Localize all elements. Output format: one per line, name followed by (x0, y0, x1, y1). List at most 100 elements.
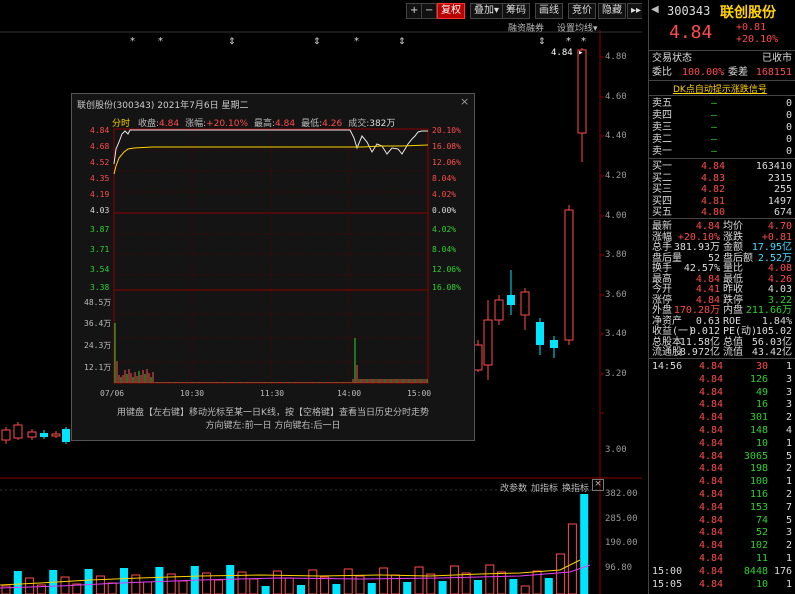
volume-bar (390, 574, 400, 594)
bid-price: 4.81 (701, 195, 726, 207)
stat-label: 金额 (723, 242, 743, 253)
ask-row[interactable]: 卖二 — 0 (649, 134, 795, 146)
ask-label: 卖三 (652, 122, 672, 133)
stat-value: 8.972亿 (679, 347, 720, 358)
tick-count: 1 (785, 476, 792, 488)
volume-axis-label: 382.00 (605, 489, 638, 499)
tick-price: 4.84 (699, 386, 724, 398)
ask-row[interactable]: 卖一 — 0 (649, 146, 795, 158)
tick-volume: 16 (755, 399, 768, 411)
tick-volume: 148 (749, 425, 768, 436)
tick-row: 4.84 100 1 (649, 476, 795, 488)
change-params-link[interactable]: 改参数 (500, 481, 527, 494)
popup-pct-label: 20.10% (432, 126, 461, 135)
trade-status-value: 已收市 (762, 53, 792, 64)
volume-bar (107, 582, 117, 594)
tick-time: 14:56 (652, 361, 683, 372)
bid-label: 买一 (652, 161, 672, 172)
ask-volume: 0 (785, 146, 792, 157)
tick-row: 15:00 4.84 8448 176 (649, 566, 795, 578)
stat-label: 总手 (652, 242, 672, 253)
volume-bar (461, 572, 471, 594)
tick-count: 7 (785, 501, 792, 513)
stat-value: 42.57% (683, 263, 720, 274)
stat-label: 涨跌 (723, 231, 743, 243)
tick-count: 3 (785, 386, 792, 398)
intraday-history-popup[interactable]: 联创股份(300343) 2021年7月6日 星期二 × 分时 收盘:4.84 涨… (71, 93, 475, 441)
volume-axis-label: 190.00 (605, 538, 638, 548)
tick-volume: 126 (749, 373, 768, 385)
bid-row[interactable]: 买四 4.81 1497 (649, 196, 795, 208)
stat-label: 换手 (652, 263, 672, 274)
candle-body (577, 49, 587, 134)
order-diff-value: 168151 (755, 67, 792, 78)
stat-row: 流通股 8.972亿 流值 43.42亿 (649, 347, 795, 358)
bid-volume: 1497 (767, 195, 792, 207)
ask-volume: 0 (785, 98, 792, 109)
svg-text:⇕: ⇕ (538, 37, 546, 47)
ask-row[interactable]: 卖三 — 0 (649, 122, 795, 134)
tick-row: 4.84 16 3 (649, 399, 795, 411)
tick-time: 15:05 (652, 578, 683, 590)
tick-price: 4.84 (699, 540, 724, 552)
tick-volume: 100 (749, 476, 768, 488)
dk-signal-link[interactable]: DK点自动提示涨跌信号 (673, 82, 767, 95)
tick-row: 4.84 153 7 (649, 502, 795, 514)
price-axis-label: 4.00 (605, 211, 627, 221)
stat-label: 盘后量 (652, 252, 682, 264)
ask-row[interactable]: 卖五 — 0 (649, 98, 795, 110)
volume-bar (178, 580, 188, 594)
popup-price-label: 4.68 (90, 142, 110, 151)
add-indicator-link[interactable]: 加指标 (531, 481, 558, 494)
popup-price-label: 4.19 (90, 190, 110, 199)
bid-price: 4.82 (701, 184, 726, 195)
tick-count: 176 (773, 565, 792, 577)
svg-text:⇕: ⇕ (398, 37, 406, 47)
volume-bar (25, 577, 35, 594)
tick-price: 4.84 (699, 514, 724, 526)
volume-bar (213, 579, 223, 594)
stat-label: 盘后额 (723, 252, 753, 264)
volume-bar (1, 585, 11, 594)
stat-value: 11.58亿 (679, 336, 720, 348)
bid-row[interactable]: 买二 4.83 2315 (649, 173, 795, 185)
tick-price: 4.84 (699, 489, 724, 500)
volume-bar (13, 571, 22, 594)
tick-volume: 11 (755, 553, 768, 564)
tick-row: 4.84 74 5 (649, 515, 795, 527)
price-axis-label: 3.20 (605, 369, 627, 379)
candle-body (40, 433, 48, 437)
volume-bar (332, 584, 341, 594)
tick-price: 4.84 (699, 437, 724, 449)
stat-label: 量比 (723, 263, 743, 274)
stat-value: 4.26 (767, 273, 792, 285)
bid-row[interactable]: 买三 4.82 255 (649, 184, 795, 196)
bid-volume: 255 (773, 184, 792, 195)
volume-bar (426, 573, 436, 594)
tick-price: 4.84 (699, 565, 724, 577)
stat-label: 总值 (723, 336, 743, 348)
tick-count: 1 (785, 437, 792, 449)
stat-value: 4.84 (695, 221, 720, 232)
close-indicator-button[interactable]: × (592, 479, 604, 491)
tick-volume: 116 (749, 489, 768, 500)
bid-row[interactable]: 买一 4.84 163410 (649, 161, 795, 173)
volume-axis-label: 96.80 (605, 563, 633, 573)
svg-text:⇕: ⇕ (228, 37, 236, 47)
volume-bar (320, 576, 330, 594)
popup-price-label: 3.71 (90, 245, 110, 254)
tick-price: 4.84 (699, 553, 724, 564)
ask-row[interactable]: 卖四 — 0 (649, 110, 795, 122)
volume-bar (367, 583, 376, 594)
collapse-panel-icon[interactable]: ◀ (651, 4, 659, 15)
candle-body (483, 319, 493, 366)
stat-row: 涨幅 +20.10% 涨跌 +0.81 (649, 232, 795, 243)
volume-bar (485, 564, 495, 594)
stat-value: 4.03 (767, 284, 792, 295)
switch-indicator-link[interactable]: 换指标 (562, 481, 589, 494)
volume-bar (379, 567, 389, 594)
tick-price: 4.84 (699, 425, 724, 436)
kline-chart-area[interactable]: + − 复权 叠加▾ 筹码 画线 竞价 隐藏 ▸▸ 融资融券 设置均线▾ * *… (0, 0, 642, 594)
volume-axis-label: 285.00 (605, 514, 638, 524)
price-change: +0.81 (736, 22, 767, 33)
